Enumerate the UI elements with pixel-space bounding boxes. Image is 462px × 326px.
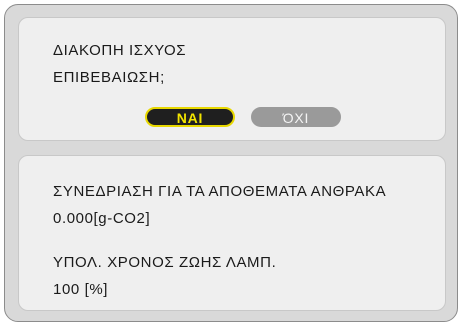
confirmation-panel: ΔΙΑΚΟΠΗ ΙΣΧΥΟΣ ΕΠΙΒΕΒΑΙΩΣΗ; ΝΑΙ ΌΧΙ [18, 17, 446, 141]
carbon-savings-value: 0.000[g-CO2] [53, 210, 151, 227]
info-panel: ΣΥΝΕΔΡΙΑΣΗ ΓΙΑ ΤΑ ΑΠΟΘΕΜΑΤΑ ΑΝΘΡΑΚΑ 0.00… [18, 155, 446, 311]
power-off-title: ΔΙΑΚΟΠΗ ΙΣΧΥΟΣ [53, 42, 187, 59]
yes-button[interactable]: ΝΑΙ [145, 107, 235, 127]
lamp-life-label: ΥΠΟΛ. ΧΡΟΝΟΣ ΖΩΗΣ ΛΑΜΠ. [53, 254, 277, 271]
confirmation-question: ΕΠΙΒΕΒΑΙΩΣΗ; [53, 69, 165, 86]
carbon-savings-label: ΣΥΝΕΔΡΙΑΣΗ ΓΙΑ ΤΑ ΑΠΟΘΕΜΑΤΑ ΑΝΘΡΑΚΑ [53, 183, 387, 200]
no-button[interactable]: ΌΧΙ [251, 107, 341, 127]
power-off-dialog: ΔΙΑΚΟΠΗ ΙΣΧΥΟΣ ΕΠΙΒΕΒΑΙΩΣΗ; ΝΑΙ ΌΧΙ ΣΥΝΕ… [4, 4, 458, 322]
lamp-life-value: 100 [%] [53, 281, 109, 298]
